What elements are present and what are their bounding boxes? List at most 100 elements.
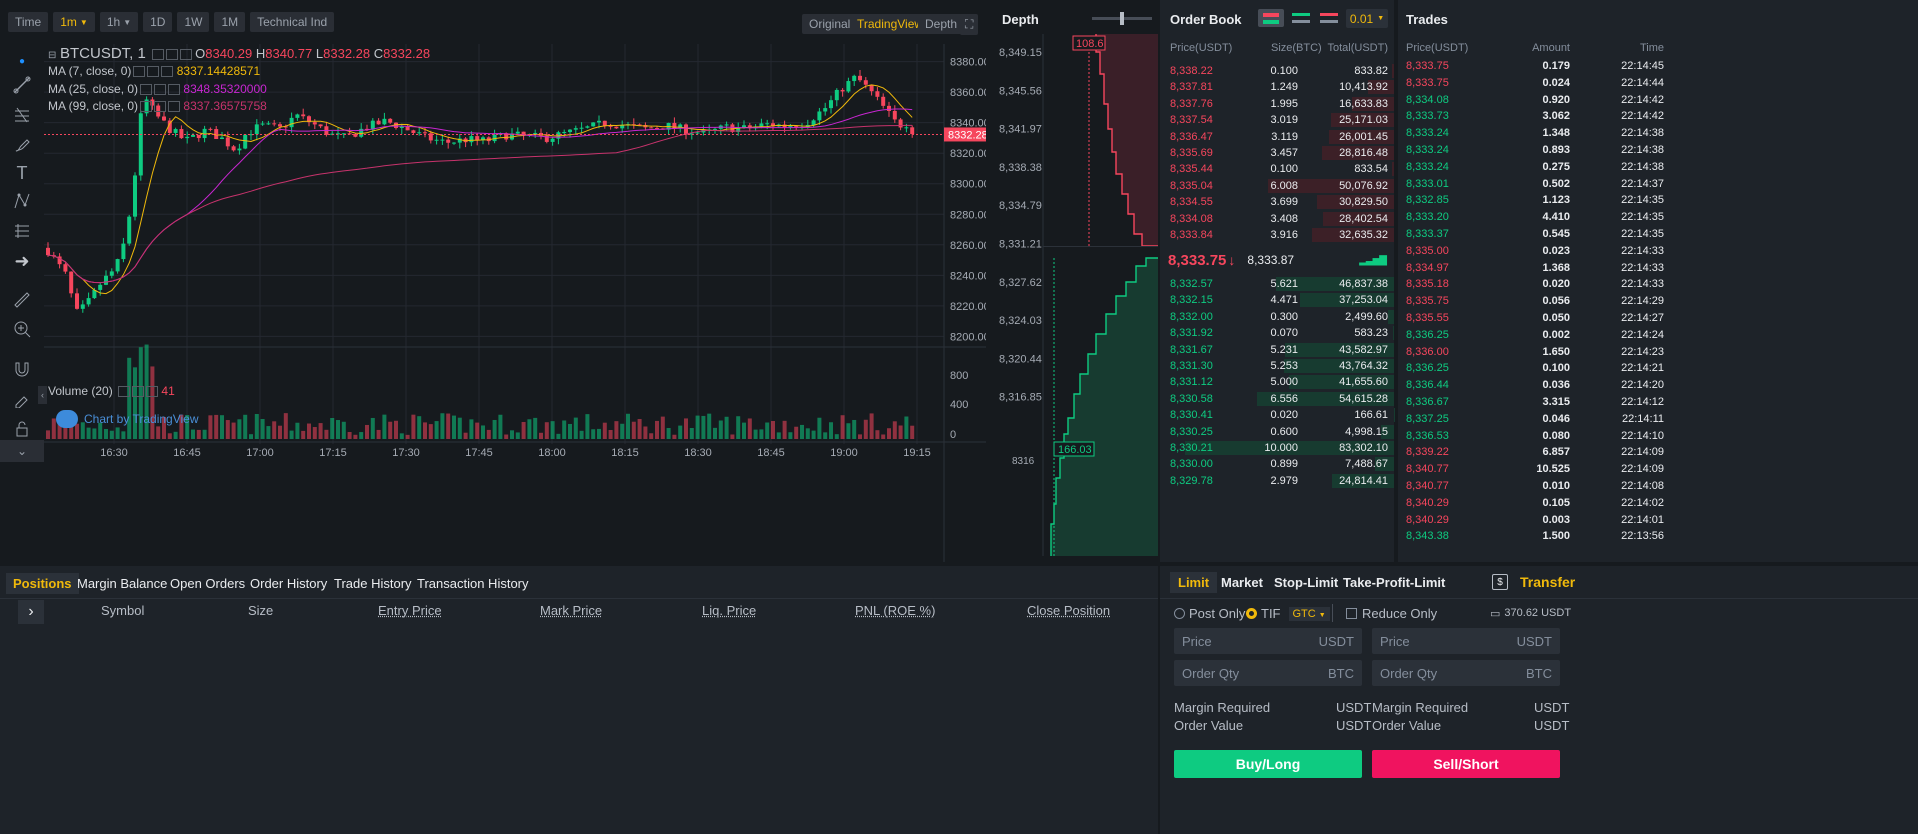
order-book-row[interactable]: 8,334.55 3.699 30,829.50 xyxy=(1160,194,1394,210)
buy-price-field[interactable]: Price USDT xyxy=(1174,628,1362,654)
precision-select[interactable]: 0.01 ▼ xyxy=(1346,9,1388,28)
col-entry-price[interactable]: Entry Price xyxy=(378,603,442,618)
order-book-row[interactable]: 8,332.15 4.471 37,253.04 xyxy=(1160,292,1394,308)
order-book-row[interactable]: 8,333.84 3.916 32,635.32 xyxy=(1160,227,1394,243)
ma99-settings-icon[interactable] xyxy=(154,101,167,113)
ma25-settings-icon[interactable] xyxy=(154,84,167,96)
book-bids-view-icon[interactable] xyxy=(1292,13,1310,23)
ma99-eye-icon[interactable] xyxy=(140,101,153,113)
order-book-row[interactable]: 8,330.58 6.556 54,615.28 xyxy=(1160,391,1394,407)
arrow-left-icon[interactable]: ➜ xyxy=(11,250,33,272)
col-pnl-roe-[interactable]: PNL (ROE %) xyxy=(855,603,935,618)
positions-tab-order-history[interactable]: Order History xyxy=(250,575,327,592)
buy-qty-field[interactable]: Order Qty BTC xyxy=(1174,660,1362,686)
brush-icon[interactable] xyxy=(11,134,33,156)
measure-tool-icon[interactable] xyxy=(11,220,33,242)
positions-tab-open-orders[interactable]: Open Orders xyxy=(170,575,245,592)
order-book-row[interactable]: 8,334.08 3.408 28,402.54 xyxy=(1160,211,1394,227)
expand-chevron-right-icon[interactable]: › xyxy=(18,600,44,624)
depth-zoom-handle[interactable] xyxy=(1120,12,1124,25)
order-book-row[interactable]: 8,338.22 0.100 833.82 xyxy=(1160,63,1394,79)
book-asks-view-icon[interactable] xyxy=(1320,13,1338,23)
radio-unchecked-icon[interactable] xyxy=(1174,608,1185,619)
transfer-button[interactable]: Transfer xyxy=(1520,574,1575,590)
order-book-row[interactable]: 8,331.12 5.000 41,655.60 xyxy=(1160,374,1394,390)
transfer-dollar-icon[interactable]: $ xyxy=(1492,574,1508,590)
positions-tab-margin-balance[interactable]: Margin Balance xyxy=(77,575,167,592)
lock-icon[interactable] xyxy=(11,418,33,440)
positions-tab-trade-history[interactable]: Trade History xyxy=(334,575,412,592)
interval-1d-button[interactable]: 1D xyxy=(143,12,173,32)
ma7-settings-icon[interactable] xyxy=(147,66,160,78)
order-tab-market[interactable]: Market xyxy=(1221,575,1263,590)
interval-1w-button[interactable]: 1W xyxy=(177,12,210,32)
interval-1mo-button[interactable]: 1M xyxy=(214,12,246,32)
order-book-row[interactable]: 8,332.00 0.300 2,499.60 xyxy=(1160,309,1394,325)
volume-eye-icon[interactable] xyxy=(118,386,131,398)
candlestick-plot[interactable]: 8380.00 8360.00 8340.00 8320.00 8300.00 8280.… xyxy=(44,44,986,562)
technical-indicators-button[interactable]: Technical Ind xyxy=(250,12,335,32)
col-mark-price[interactable]: Mark Price xyxy=(540,603,602,618)
radio-checked-icon[interactable] xyxy=(1246,608,1257,619)
col-liq-price[interactable]: Liq. Price xyxy=(702,603,756,618)
checkbox-icon[interactable] xyxy=(1346,608,1357,619)
pattern-tool-icon[interactable] xyxy=(11,190,33,212)
gtc-select[interactable]: GTC ▼ xyxy=(1288,606,1330,621)
crosshair-icon[interactable]: ● xyxy=(11,50,33,72)
magnet-icon[interactable] xyxy=(11,358,33,380)
order-book-row[interactable]: 8,331.67 5.231 43,582.97 xyxy=(1160,342,1394,358)
lock-drawing-icon[interactable] xyxy=(11,388,33,410)
order-book-row[interactable]: 8,337.81 1.249 10,413.92 xyxy=(1160,79,1394,95)
positions-tab-positions[interactable]: Positions xyxy=(6,573,79,594)
collapse-legend-icon[interactable]: ⊟ xyxy=(48,50,56,61)
order-tab-stop-limit[interactable]: Stop-Limit xyxy=(1274,575,1338,590)
sell-qty-field[interactable]: Order Qty BTC xyxy=(1372,660,1560,686)
trend-line-icon[interactable] xyxy=(11,74,33,96)
sell-price-field[interactable]: Price USDT xyxy=(1372,628,1560,654)
ma99-close-icon[interactable] xyxy=(168,101,181,113)
order-book-row[interactable]: 8,331.92 0.070 583.23 xyxy=(1160,325,1394,341)
order-book-row[interactable]: 8,336.47 3.119 26,001.45 xyxy=(1160,129,1394,145)
positions-tab-transaction-history[interactable]: Transaction History xyxy=(417,575,529,592)
buy-long-button[interactable]: Buy/Long xyxy=(1174,750,1362,778)
zoom-in-icon[interactable] xyxy=(11,318,33,340)
tradingview-brand[interactable]: Chart by TradingView xyxy=(56,410,199,428)
depth-view-button[interactable]: Depth xyxy=(918,14,965,34)
fullscreen-icon[interactable]: ⛶ xyxy=(960,14,979,35)
legend-settings-icon[interactable] xyxy=(165,49,178,61)
book-both-view-icon[interactable] xyxy=(1258,9,1284,27)
order-book-row[interactable]: 8,335.69 3.457 28,816.48 xyxy=(1160,145,1394,161)
order-book-row[interactable]: 8,332.57 5.621 46,837.38 xyxy=(1160,276,1394,292)
legend-close-icon[interactable] xyxy=(179,49,192,61)
depth-zoom-slider[interactable] xyxy=(1092,12,1152,25)
post-only-option[interactable]: Post Only xyxy=(1174,606,1245,621)
order-book-row[interactable]: 8,330.41 0.020 166.61 xyxy=(1160,407,1394,423)
sell-short-button[interactable]: Sell/Short xyxy=(1372,750,1560,778)
interval-1h-button[interactable]: 1h ▼ xyxy=(99,12,139,32)
interval-1m-button[interactable]: 1m ▼ xyxy=(53,12,95,32)
order-book-row[interactable]: 8,330.21 10.000 83,302.10 xyxy=(1160,440,1394,456)
ma25-close-icon[interactable] xyxy=(168,84,181,96)
ruler-icon[interactable] xyxy=(11,289,33,311)
fib-tool-icon[interactable] xyxy=(11,104,33,126)
legend-eye-icon[interactable] xyxy=(151,49,164,61)
ma7-eye-icon[interactable] xyxy=(133,66,146,78)
order-book-row[interactable]: 8,330.25 0.600 4,998.15 xyxy=(1160,424,1394,440)
volume-settings-icon[interactable] xyxy=(132,386,145,398)
text-tool-icon[interactable]: T xyxy=(11,162,33,184)
reduce-only-option[interactable]: Reduce Only xyxy=(1346,606,1437,621)
order-book-row[interactable]: 8,330.00 0.899 7,488.67 xyxy=(1160,456,1394,472)
ma25-eye-icon[interactable] xyxy=(140,84,153,96)
ma7-close-icon[interactable] xyxy=(161,66,174,78)
order-book-row[interactable]: 8,331.30 5.253 43,764.32 xyxy=(1160,358,1394,374)
time-button[interactable]: Time xyxy=(8,12,49,32)
chevron-down-icon[interactable]: ⌄ xyxy=(0,440,44,462)
volume-close-icon[interactable] xyxy=(146,386,159,398)
order-tab-limit[interactable]: Limit xyxy=(1170,572,1218,593)
order-book-row[interactable]: 8,335.04 6.008 50,076.92 xyxy=(1160,178,1394,194)
depth-chart[interactable]: 8,349.15 8,345.56 8,341.97 8,338.38 8,334.79… xyxy=(996,34,1158,556)
order-book-row[interactable]: 8,329.78 2.979 24,814.41 xyxy=(1160,473,1394,489)
order-book-row[interactable]: 8,337.54 3.019 25,171.03 xyxy=(1160,112,1394,128)
order-book-row[interactable]: 8,335.44 0.100 833.54 xyxy=(1160,161,1394,177)
order-book-row[interactable]: 8,337.76 1.995 16,633.83 xyxy=(1160,96,1394,112)
